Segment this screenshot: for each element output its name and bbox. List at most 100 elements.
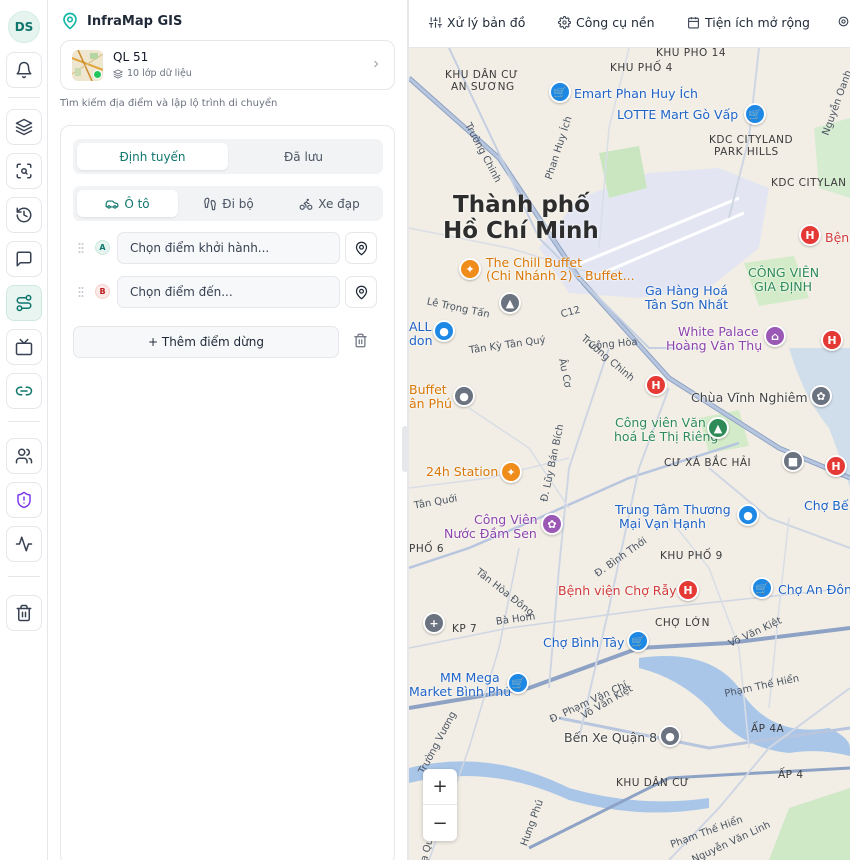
layer-selector[interactable]: QL 51 10 lớp dữ liệu	[60, 40, 395, 90]
shopping-cart-icon[interactable]: 🛒	[627, 630, 649, 652]
notifications-button[interactable]	[6, 52, 42, 88]
map-processing-menu[interactable]: Xử lý bản đồ	[429, 15, 525, 30]
poi-label[interactable]: GIA ĐỊNH	[754, 280, 812, 293]
chevron-right-icon	[374, 60, 379, 68]
poi-label[interactable]: Trung Tâm Thương	[615, 503, 731, 516]
poi-label[interactable]: 24h Station	[426, 465, 498, 478]
poi-label[interactable]: White Palace	[678, 325, 759, 338]
transit-icon[interactable]: ■	[782, 450, 804, 472]
origin-input[interactable]: Chọn điểm khởi hành...	[117, 232, 340, 264]
poi-label[interactable]: LOTTE Mart Gò Vấp	[617, 108, 738, 121]
poi-label[interactable]: Chợ An Đông	[778, 583, 850, 596]
poi-label[interactable]: Emart Phan Huy Ích	[574, 87, 698, 100]
poi-label[interactable]: MM Mega	[440, 671, 500, 684]
poi-label[interactable]: Bện	[825, 231, 849, 244]
delete-button[interactable]	[6, 595, 42, 631]
poi-label[interactable]: don	[409, 334, 433, 347]
drag-handle-icon[interactable]	[78, 242, 84, 254]
area-label: PARK HILLS	[714, 146, 779, 158]
brand: InfraMap GIS	[61, 12, 182, 30]
poi-label[interactable]: Tân Sơn Nhất	[645, 298, 728, 311]
activity-button[interactable]	[6, 526, 42, 562]
church-icon[interactable]: +	[423, 612, 445, 634]
stop-row-b: B Chọn điểm đến...	[73, 276, 383, 308]
tab-routing[interactable]: Định tuyến	[77, 143, 228, 170]
base-tools-menu[interactable]: Công cụ nền	[558, 15, 655, 30]
shopping-cart-icon[interactable]: 🛒	[549, 81, 571, 103]
map-processing-label: Xử lý bản đồ	[447, 15, 526, 30]
pick-origin-on-map-button[interactable]	[345, 232, 377, 264]
zoom-in-button[interactable]: +	[423, 769, 457, 805]
shopping-bag-icon[interactable]: ●	[737, 504, 759, 526]
poi-label[interactable]: Bến Xe Quận 8	[564, 731, 657, 744]
poi-label[interactable]: Chợ Bình Tây	[543, 636, 624, 649]
restaurant-icon[interactable]: ✦	[500, 461, 522, 483]
poi-label[interactable]: Nước Đầm Sen	[444, 527, 537, 540]
poi-label[interactable]: ân Phú	[409, 397, 452, 410]
city-label-line2: Hồ Chí Minh	[443, 218, 599, 244]
hospital-icon[interactable]: H	[677, 579, 699, 601]
history-button[interactable]	[6, 197, 42, 233]
poi-label[interactable]: Chùa Vĩnh Nghiêm	[691, 391, 808, 404]
shopping-cart-icon[interactable]: 🛒	[507, 672, 529, 694]
mode-bike[interactable]: Xe đạp	[279, 190, 380, 217]
destination-input[interactable]: Chọn điểm đến...	[117, 276, 340, 308]
zoom-out-button[interactable]: −	[423, 805, 457, 841]
park-icon[interactable]: ▲	[707, 417, 729, 439]
route-icon	[16, 294, 32, 312]
amusement-icon[interactable]: ✿	[541, 513, 563, 535]
mode-walk[interactable]: Đi bộ	[178, 190, 279, 217]
tab-saved[interactable]: Đã lưu	[228, 143, 379, 170]
poi-label[interactable]: Công Viên	[474, 513, 538, 526]
poi-label[interactable]: Bệnh viện Chợ Rẫy	[558, 584, 677, 597]
tv-button[interactable]	[6, 329, 42, 365]
poi-label[interactable]: Ga Hàng Hoá	[645, 284, 728, 297]
poi-label[interactable]: hoá Lê Thị Riêng	[614, 430, 718, 443]
stop-badge-a: A	[95, 240, 110, 255]
poi-label[interactable]: Công viên Văn	[615, 416, 706, 429]
venue-icon[interactable]: ⌂	[764, 325, 786, 347]
bus-station-icon[interactable]: ●	[659, 725, 681, 747]
hospital-icon[interactable]: H	[799, 224, 821, 246]
hospital-icon[interactable]: H	[645, 374, 667, 396]
poi-label[interactable]: Buffet	[409, 383, 447, 396]
poi-label[interactable]: Chợ Bế	[804, 499, 849, 512]
gear-icon	[558, 16, 571, 29]
drag-handle-icon[interactable]	[78, 286, 84, 298]
poi-label[interactable]: ALL	[409, 320, 431, 333]
mode-car[interactable]: Ô tô	[77, 190, 178, 217]
mode-car-label: Ô tô	[124, 196, 150, 211]
messages-button[interactable]	[6, 241, 42, 277]
poi-label[interactable]: Market Bình Phú	[409, 685, 511, 698]
shopping-cart-icon[interactable]: 🛒	[744, 103, 766, 125]
pagoda-icon[interactable]: ✿	[810, 385, 832, 407]
users-button[interactable]	[6, 438, 42, 474]
rail-divider	[8, 576, 40, 577]
app-root: DS InfraMap GIS QL 51 10 lớp dữ liệu Tìm…	[0, 0, 850, 860]
clear-route-trash-icon[interactable]	[353, 333, 368, 348]
shopping-cart-icon[interactable]: 🛒	[751, 577, 773, 599]
poi-label[interactable]: CÔNG VIÊN	[748, 266, 819, 279]
avatar[interactable]: DS	[8, 11, 40, 43]
link-button[interactable]	[6, 373, 42, 409]
hospital-icon[interactable]: H	[821, 329, 843, 351]
security-button[interactable]	[6, 482, 42, 518]
poi-label[interactable]: Hoàng Văn Thụ	[666, 339, 762, 352]
extensions-menu[interactable]: Tiện ích mở rộng	[687, 15, 810, 30]
place-icon[interactable]: ●	[453, 385, 475, 407]
restaurant-icon[interactable]: ✦	[459, 258, 481, 280]
hospital-icon[interactable]: H	[825, 455, 847, 477]
map-canvas[interactable]: KHU PHỐ 14 KHU PHỐ 4 KHU DÂN CƯ AN SƯƠNG…	[409, 48, 850, 860]
pick-destination-on-map-button[interactable]	[345, 276, 377, 308]
area-label: PHỐ 6	[409, 543, 445, 555]
more-tools-menu[interactable]	[837, 15, 850, 28]
scan-search-button[interactable]	[6, 153, 42, 189]
poi-label[interactable]: Mại Vạn Hạnh	[619, 517, 706, 530]
panel-resize-handle[interactable]	[402, 426, 408, 472]
routing-button[interactable]	[6, 285, 42, 321]
poi-label[interactable]: (Chi Nhánh 2) - Buffet...	[486, 269, 635, 282]
shopping-bag-icon[interactable]: ●	[433, 320, 455, 342]
add-stop-button[interactable]: + Thêm điểm dừng	[73, 326, 339, 358]
layers-button[interactable]	[6, 109, 42, 145]
school-icon[interactable]: ▲	[499, 292, 521, 314]
